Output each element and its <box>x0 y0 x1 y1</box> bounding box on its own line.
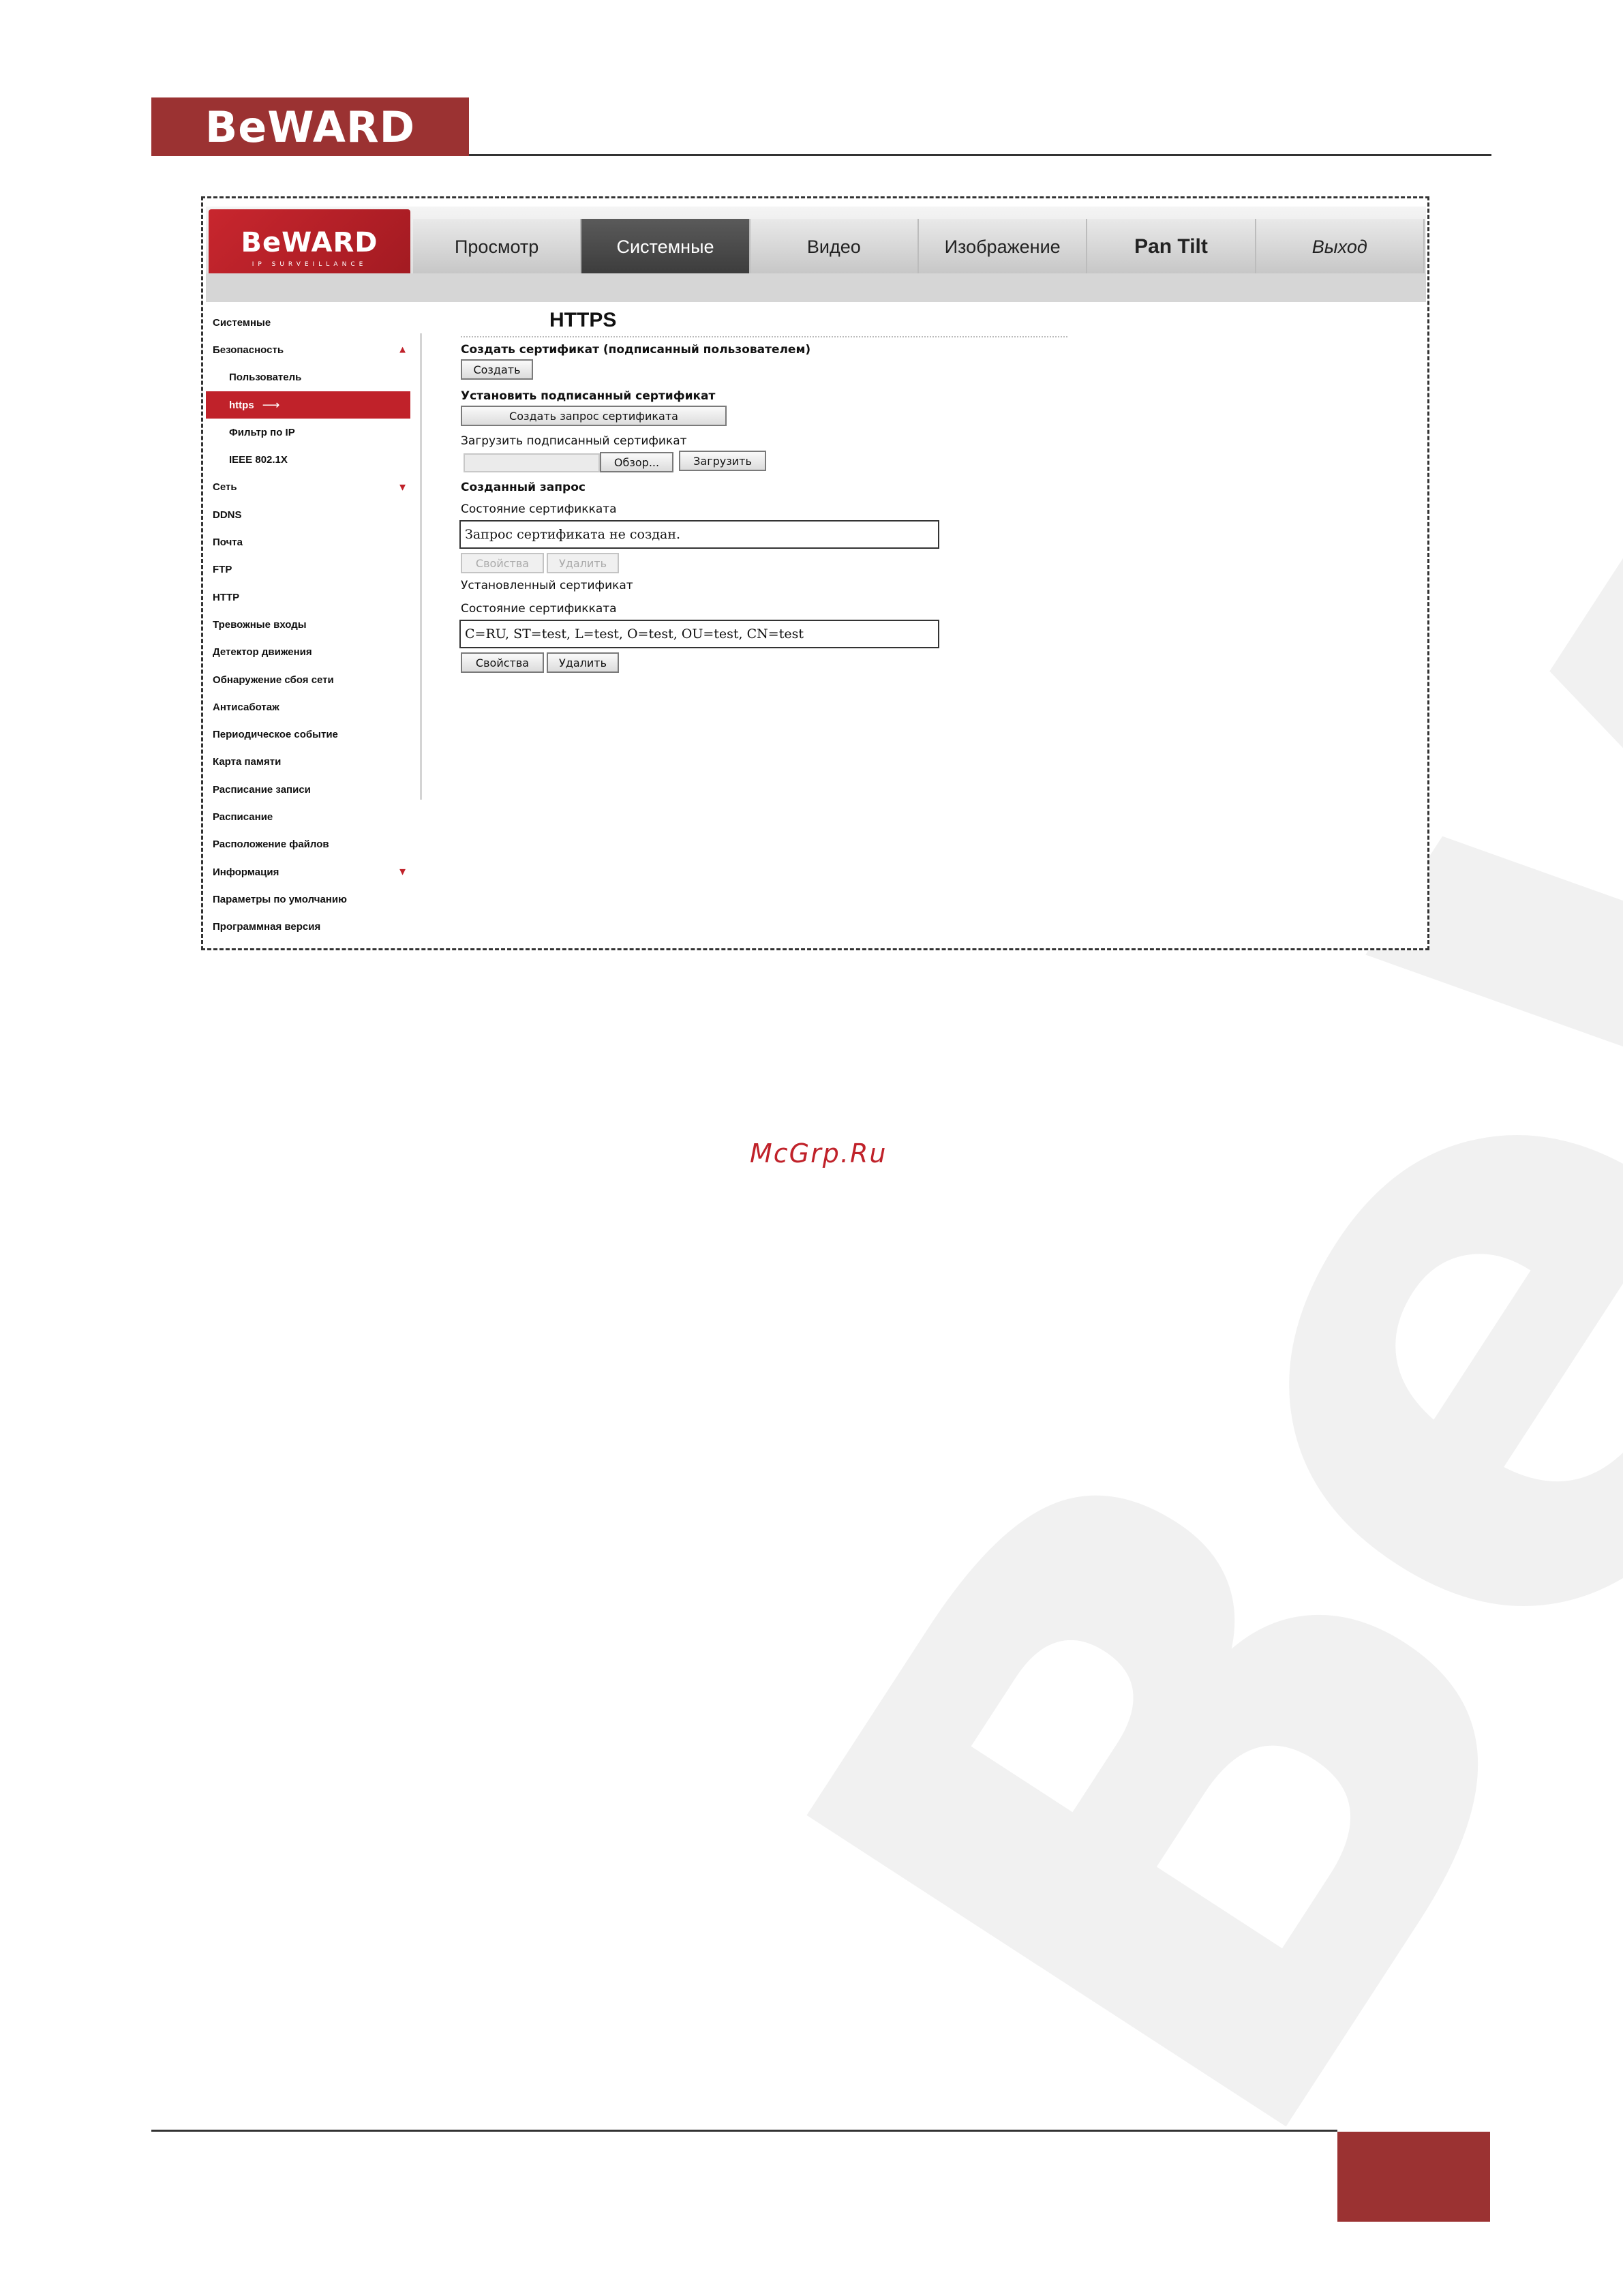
upload-button[interactable]: Загрузить <box>679 451 766 471</box>
sidebar-item-record-schedule[interactable]: Расписание записи <box>206 776 410 803</box>
sidebar-item-label: Расписание записи <box>213 783 311 796</box>
sidebar-item-ip-filter[interactable]: Фильтр по IP <box>206 419 410 446</box>
sidebar-item-schedule[interactable]: Расписание <box>206 803 410 830</box>
doc-logo: BeWARD <box>151 97 469 156</box>
file-path-input[interactable] <box>464 453 600 472</box>
sidebar-item-label: IEEE 802.1X <box>229 454 288 466</box>
arrow-right-icon: ⟶ <box>262 397 280 412</box>
camera-web-ui: BeWARD IP SURVEILLANCE Просмотр Системны… <box>201 196 1429 950</box>
cert-delete-button[interactable]: Удалить <box>547 652 619 673</box>
collapse-arrow-icon[interactable]: ▲ <box>397 344 408 356</box>
create-request-button[interactable]: Создать запрос сертификата <box>461 406 727 426</box>
sidebar-item-label: Расписание <box>213 811 273 823</box>
sidebar-item-firmware-version[interactable]: Программная версия <box>206 913 410 941</box>
sidebar-item-label: Параметры по умолчанию <box>213 893 347 905</box>
sidebar-item-system[interactable]: Системные <box>206 309 410 336</box>
request-properties-button[interactable]: Свойства <box>461 553 544 573</box>
sidebar-item-user[interactable]: Пользователь <box>206 364 410 391</box>
nav-item-logout[interactable]: Выход <box>1256 219 1425 275</box>
sidebar-item-security[interactable]: Безопасность ▲ <box>206 336 410 363</box>
sidebar-item-ftp[interactable]: FTP <box>206 556 410 584</box>
sidebar-item-motion-detector[interactable]: Детектор движения <box>206 639 410 666</box>
installed-cert-label: Установленный сертификат <box>461 579 633 592</box>
site-mark: McGrp.Ru <box>750 1138 888 1168</box>
sidebar-item-label: Системные <box>213 316 271 329</box>
expand-arrow-icon[interactable]: ▼ <box>397 481 408 493</box>
sidebar-item-ieee8021x[interactable]: IEEE 802.1X <box>206 446 410 473</box>
browse-button[interactable]: Обзор... <box>600 452 673 472</box>
install-signed-heading: Установить подписанный сертификат <box>461 389 716 403</box>
sidebar-item-file-location[interactable]: Расположение файлов <box>206 831 410 858</box>
footer-block <box>1337 2132 1490 2222</box>
sidebar-item-label: https <box>229 399 254 411</box>
sidebar-item-http[interactable]: HTTP <box>206 584 410 611</box>
sidebar-item-label: Тревожные входы <box>213 618 307 631</box>
sidebar-item-tamper[interactable]: Антисаботаж <box>206 693 410 721</box>
sidebar-item-label: Программная версия <box>213 921 321 933</box>
sidebar-item-label: Пользователь <box>229 372 302 384</box>
nav-item-system[interactable]: Системные <box>581 219 750 275</box>
sidebar-item-label: Информация <box>213 866 279 878</box>
request-delete-button[interactable]: Удалить <box>547 553 619 573</box>
cert-status-label: Состояние сертификката <box>461 502 617 516</box>
sidebar-item-label: Обнаружение сбоя сети <box>213 674 334 686</box>
sidebar-item-label: HTTP <box>213 591 240 603</box>
sub-bar <box>206 273 1426 302</box>
sidebar-item-label: Детектор движения <box>213 646 312 659</box>
sidebar: Системные Безопасность ▲ Пользователь htt… <box>206 309 410 941</box>
app-logo-text: BeWARD <box>241 227 378 258</box>
sidebar-item-label: Сеть <box>213 481 237 494</box>
sidebar-item-memory-card[interactable]: Карта памяти <box>206 749 410 776</box>
installed-cert-field: C=RU, ST=test, L=test, O=test, OU=test, … <box>459 620 939 648</box>
sidebar-item-network-failure[interactable]: Обнаружение сбоя сети <box>206 666 410 693</box>
cert-properties-button[interactable]: Свойства <box>461 652 544 673</box>
nav-item-video[interactable]: Видео <box>750 219 919 275</box>
main-nav: Просмотр Системные Видео Изображение Pan… <box>413 219 1425 275</box>
sidebar-item-label: Периодическое событие <box>213 729 338 741</box>
sidebar-item-label: DDNS <box>213 509 242 521</box>
nav-item-image[interactable]: Изображение <box>919 219 1088 275</box>
title-rule <box>461 336 1067 337</box>
sidebar-item-label: Фильтр по IP <box>229 426 295 438</box>
cert-status-label: Состояние сертификката <box>461 602 617 616</box>
sidebar-item-label: Почта <box>213 537 243 549</box>
sidebar-item-label: Безопасность <box>213 344 284 356</box>
sidebar-item-label: Карта памяти <box>213 756 282 768</box>
request-status-field: Запрос сертификата не создан. <box>459 520 939 549</box>
create-cert-heading: Создать сертификат (подписанный пользова… <box>461 343 811 357</box>
sidebar-item-periodic-event[interactable]: Периодическое событие <box>206 721 410 748</box>
upload-signed-label: Загрузить подписанный сертификат <box>461 434 687 448</box>
create-cert-button[interactable]: Создать <box>461 359 533 380</box>
created-request-heading: Созданный запрос <box>461 481 586 494</box>
nav-item-pan-tilt[interactable]: Pan Tilt <box>1087 219 1256 275</box>
sidebar-item-https[interactable]: https ⟶ <box>206 391 410 419</box>
footer-rule <box>151 2130 1337 2132</box>
sidebar-item-alarm-inputs[interactable]: Тревожные входы <box>206 611 410 638</box>
doc-logo-text: BeWARD <box>204 102 416 152</box>
header-rule <box>469 154 1491 156</box>
sidebar-divider <box>420 333 422 800</box>
sidebar-item-defaults[interactable]: Параметры по умолчанию <box>206 886 410 913</box>
sidebar-item-network[interactable]: Сеть ▼ <box>206 474 410 501</box>
sidebar-item-information[interactable]: Информация ▼ <box>206 858 410 886</box>
nav-item-view[interactable]: Просмотр <box>413 219 582 275</box>
sidebar-item-ddns[interactable]: DDNS <box>206 501 410 528</box>
sidebar-item-label: FTP <box>213 564 232 576</box>
page-title: HTTPS <box>549 309 617 331</box>
sidebar-item-label: Расположение файлов <box>213 839 329 851</box>
sidebar-item-mail[interactable]: Почта <box>206 528 410 556</box>
app-logo-tagline: IP SURVEILLANCE <box>252 261 367 268</box>
sidebar-item-label: Антисаботаж <box>213 701 279 713</box>
expand-arrow-icon[interactable]: ▼ <box>397 866 408 878</box>
